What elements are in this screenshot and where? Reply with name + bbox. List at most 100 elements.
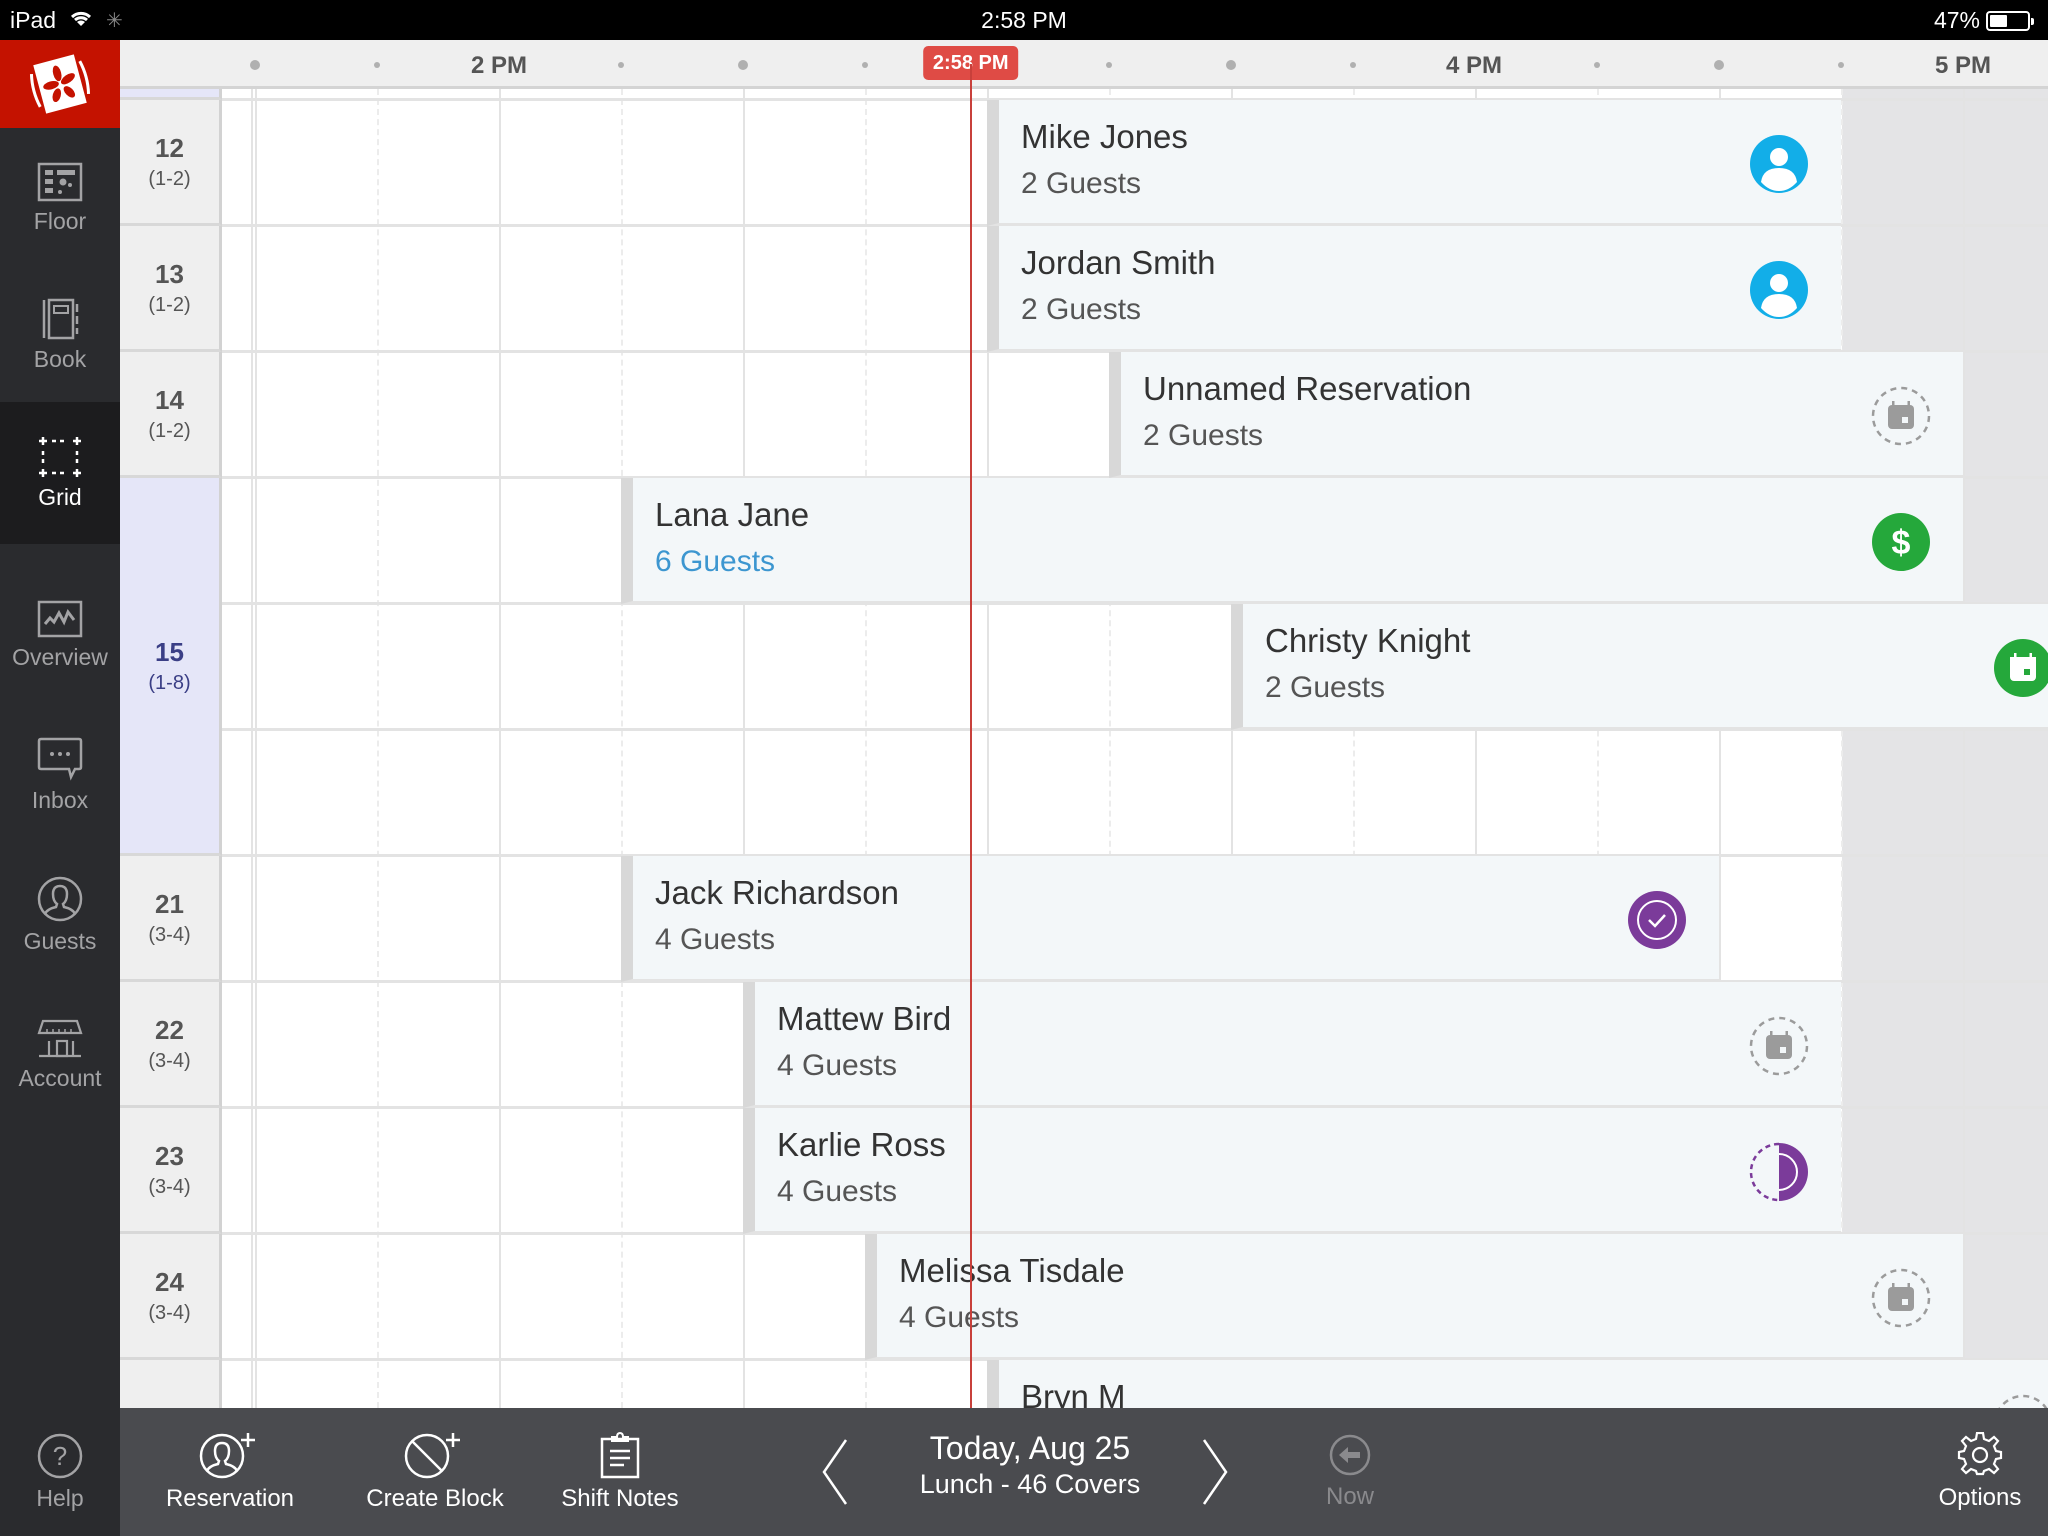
party-size: 6 Guests bbox=[655, 545, 776, 578]
table-row-header[interactable]: 21 (3-4) bbox=[120, 856, 222, 982]
new-reservation-button[interactable]: Reservation bbox=[150, 1408, 310, 1536]
party-size: 2 Guests bbox=[1143, 419, 1264, 452]
current-date: Today, Aug 25 bbox=[929, 1430, 1131, 1466]
table-row-header[interactable]: 24 (3-4) bbox=[120, 1234, 222, 1360]
create-block-button[interactable]: Create Block bbox=[355, 1408, 515, 1536]
party-size: 2 Guests bbox=[1021, 293, 1142, 326]
party-size: 4 Guests bbox=[777, 1175, 898, 1208]
shift-notes-button[interactable]: Shift Notes bbox=[540, 1408, 700, 1536]
guest-name: Unnamed Reservation bbox=[1143, 370, 1472, 407]
inbox-chat-icon bbox=[37, 737, 83, 781]
confirmed-calendar-status-icon[interactable] bbox=[1993, 638, 2048, 698]
reservation-block[interactable]: Mike Jones 2 Guests bbox=[987, 100, 1841, 226]
sidebar-item-label: Book bbox=[33, 345, 87, 372]
booked-calendar-status-icon[interactable] bbox=[1871, 1268, 1931, 1328]
booked-calendar-status-icon[interactable] bbox=[1871, 386, 1931, 446]
grid-line bbox=[377, 89, 379, 1408]
guest-name: Jack Richardson bbox=[655, 874, 899, 911]
time-label-5pm: 5 PM bbox=[1934, 52, 1992, 79]
party-size: 2 Guests bbox=[1265, 671, 1386, 704]
guest-name: Karlie Ross bbox=[777, 1126, 946, 1163]
sidebar-item-account[interactable]: Account bbox=[0, 985, 120, 1125]
booked-calendar-status-icon[interactable] bbox=[1749, 1016, 1809, 1076]
guest-name: Bryn M bbox=[1021, 1378, 1126, 1408]
help-question-icon: ? bbox=[37, 1433, 83, 1478]
date-selector[interactable]: Today, Aug 25 Lunch - 46 Covers bbox=[900, 1430, 1160, 1500]
yelp-reservations-logo[interactable] bbox=[0, 40, 120, 128]
options-label: Options bbox=[1938, 1484, 2022, 1511]
shift-notes-label: Shift Notes bbox=[561, 1485, 679, 1512]
guest-name: Melissa Tisdale bbox=[899, 1252, 1125, 1289]
gear-icon bbox=[1957, 1432, 2003, 1476]
battery-icon bbox=[1986, 10, 2034, 31]
grid-line bbox=[1963, 89, 1965, 1408]
help-button[interactable]: ? Help bbox=[0, 1408, 120, 1536]
grid-line bbox=[499, 89, 501, 1408]
back-arrow-circle-icon bbox=[1329, 1434, 1371, 1476]
reservation-block[interactable]: Christy Knight 2 Guests bbox=[1231, 604, 2048, 730]
reservation-block[interactable]: Mattew Bird 4 Guests bbox=[743, 982, 1841, 1108]
paid-dollar-status-icon[interactable]: $ bbox=[1871, 512, 1931, 572]
logo-icon bbox=[29, 54, 91, 114]
time-tick bbox=[1226, 60, 1236, 70]
booked-calendar-status-icon[interactable] bbox=[1993, 1394, 2048, 1408]
sidebar-item-label: Account bbox=[18, 1064, 102, 1091]
seated-person-status-icon[interactable] bbox=[1749, 134, 1809, 194]
reservation-block[interactable]: Karlie Ross 4 Guests bbox=[743, 1108, 1841, 1234]
time-tick bbox=[618, 62, 624, 68]
time-label-2pm: 2 PM bbox=[470, 52, 528, 79]
help-label: Help bbox=[36, 1484, 84, 1511]
time-tick bbox=[1714, 60, 1724, 70]
reservation-block[interactable]: Bryn M bbox=[987, 1360, 2048, 1408]
party-size: 2 Guests bbox=[1021, 167, 1142, 200]
table-capacity: (3-4) bbox=[148, 1049, 191, 1072]
sidebar-item-grid[interactable]: Grid bbox=[0, 402, 120, 544]
grid-icon bbox=[39, 436, 81, 477]
sidebar-item-guests[interactable]: Guests bbox=[0, 845, 120, 985]
new-reservation-label: Reservation bbox=[165, 1485, 295, 1512]
table-row-header[interactable]: 23 (3-4) bbox=[120, 1108, 222, 1234]
table-capacity: (1-2) bbox=[148, 293, 191, 316]
table-row-header[interactable]: 14 (1-2) bbox=[120, 352, 222, 478]
sidebar-item-overview[interactable]: Overview bbox=[0, 570, 120, 700]
reservation-block[interactable]: Lana Jane 6 Guests $ bbox=[621, 478, 1963, 604]
status-time: 2:58 PM bbox=[981, 7, 1067, 33]
party-size: 4 Guests bbox=[777, 1049, 898, 1082]
closed-hours-shade bbox=[1842, 89, 2048, 1408]
previous-day-chevron-icon[interactable] bbox=[820, 1438, 850, 1506]
book-icon bbox=[42, 298, 79, 339]
table-row-header[interactable]: 22 (3-4) bbox=[120, 982, 222, 1108]
checked-status-icon[interactable] bbox=[1627, 890, 1687, 950]
create-block-icon bbox=[404, 1433, 460, 1479]
table-row-header[interactable]: 15 (1-8) bbox=[120, 478, 222, 856]
seated-person-status-icon[interactable] bbox=[1749, 260, 1809, 320]
table-capacity: (1-2) bbox=[148, 419, 191, 442]
floor-plan-icon bbox=[37, 162, 83, 201]
sidebar-item-label: Inbox bbox=[31, 786, 89, 813]
table-row-header[interactable]: 12 (1-2) bbox=[120, 100, 222, 226]
overview-chart-icon bbox=[37, 600, 83, 637]
reservation-block[interactable]: Jordan Smith 2 Guests bbox=[987, 226, 1841, 352]
time-tick bbox=[1350, 62, 1356, 68]
reservation-block[interactable]: Unnamed Reservation 2 Guests bbox=[1109, 352, 1963, 478]
create-block-label: Create Block bbox=[366, 1485, 504, 1512]
next-day-chevron-icon[interactable] bbox=[1200, 1438, 1230, 1506]
table-row-header[interactable]: 31 bbox=[120, 1360, 222, 1408]
partially-arrived-status-icon[interactable] bbox=[1749, 1142, 1809, 1202]
sidebar-item-book[interactable]: Book bbox=[0, 268, 120, 402]
table-number: 24 bbox=[155, 1266, 184, 1297]
battery-percent: 47% bbox=[1933, 7, 1980, 33]
sidebar-item-inbox[interactable]: Inbox bbox=[0, 705, 120, 845]
time-tick bbox=[1838, 62, 1844, 68]
reservation-block[interactable]: Melissa Tisdale 4 Guests bbox=[865, 1234, 1963, 1360]
table-number: 13 bbox=[155, 258, 184, 289]
table-row-header[interactable]: 13 (1-2) bbox=[120, 226, 222, 352]
svg-text:?: ? bbox=[53, 1441, 67, 1471]
jump-to-now-button[interactable]: Now bbox=[1300, 1408, 1400, 1536]
reservation-block[interactable]: Jack Richardson 4 Guests bbox=[621, 856, 1719, 982]
sidebar-item-floor[interactable]: Floor bbox=[0, 128, 120, 268]
options-button[interactable]: Options bbox=[1920, 1408, 2040, 1536]
table-capacity: (3-4) bbox=[148, 1175, 191, 1198]
time-tick bbox=[738, 60, 748, 70]
grid-line bbox=[1841, 89, 1843, 1408]
